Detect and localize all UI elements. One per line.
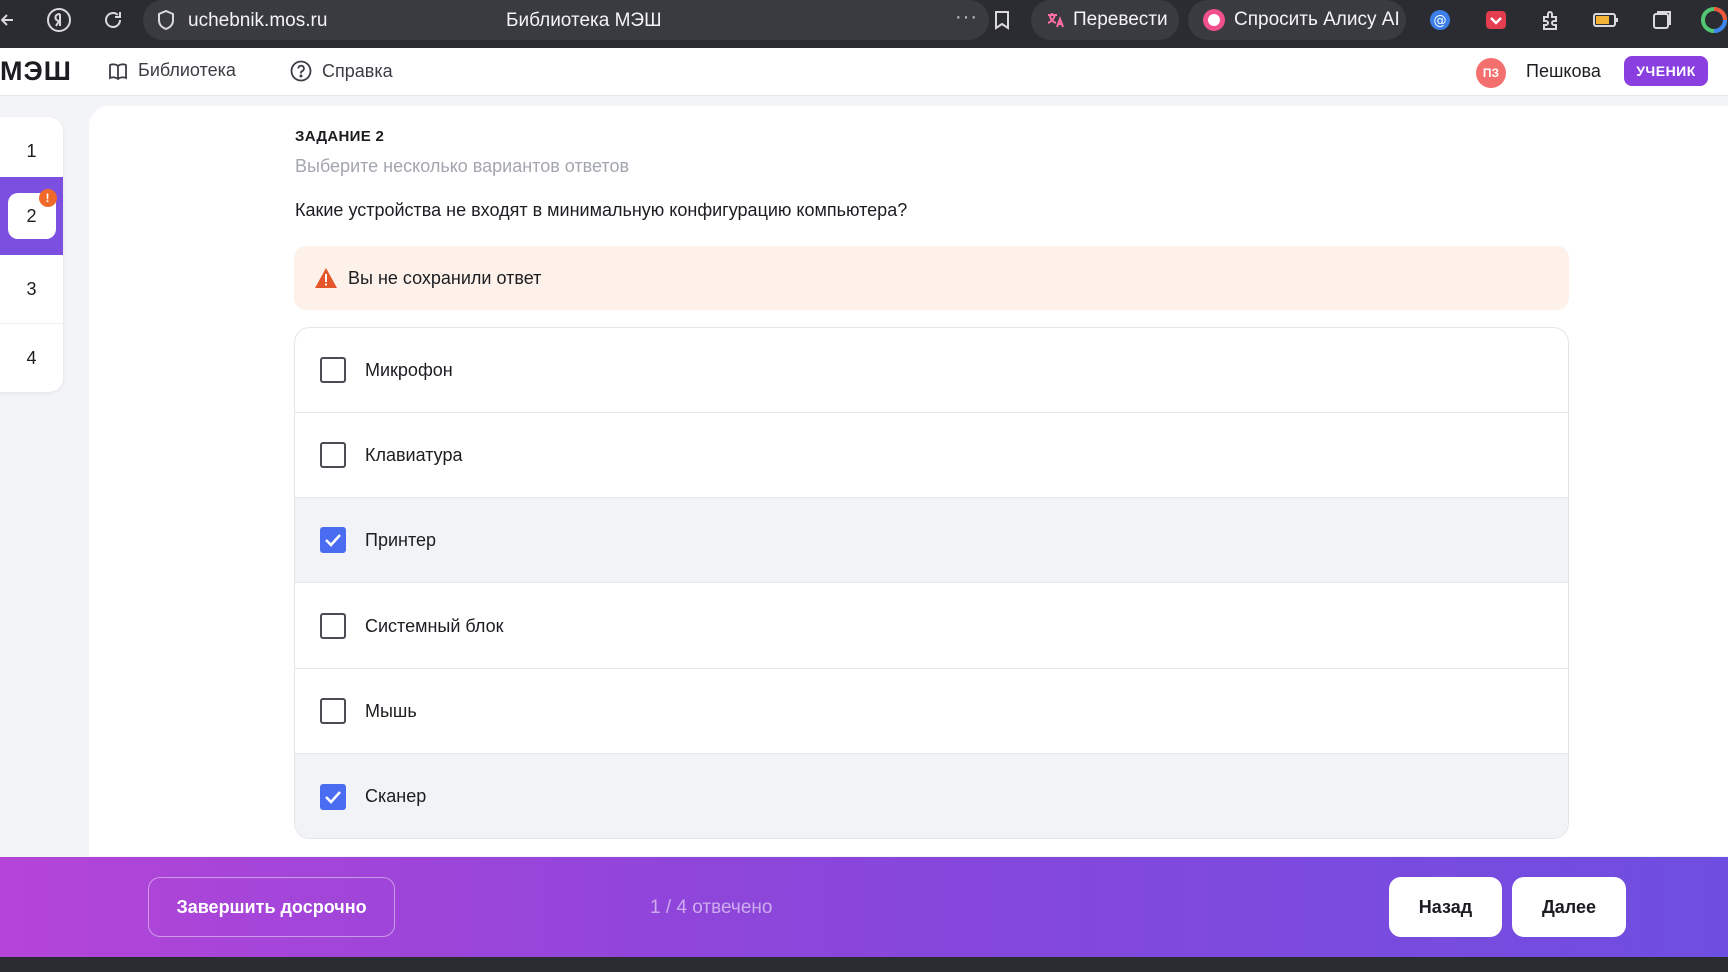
tabs-icon[interactable]: [1648, 0, 1676, 40]
profile-color-icon[interactable]: [1700, 0, 1728, 40]
question-navigator: 1 2 ! 3 4: [0, 117, 63, 392]
question-number: 3: [26, 278, 37, 299]
answer-label: Сканер: [365, 786, 427, 806]
question-number: 2: [26, 205, 37, 226]
finish-early-button[interactable]: Завершить досрочно: [148, 877, 395, 937]
pocket-extension-icon[interactable]: [1483, 0, 1509, 40]
checkbox-checked[interactable]: [320, 783, 346, 810]
reload-icon[interactable]: [98, 0, 128, 40]
answer-option[interactable]: Мышь: [295, 669, 1568, 754]
address-bar[interactable]: uchebnik.mos.ru Библиотека МЭШ ···: [143, 0, 1009, 40]
svg-text:@: @: [1434, 14, 1447, 29]
mesh-logo[interactable]: МЭШ: [0, 56, 72, 87]
task-question: Какие устройства не входят в минимальную…: [295, 200, 908, 220]
bottom-action-bar: Завершить досрочно 1 / 4 отвечено Назад …: [0, 857, 1728, 957]
answer-label: Клавиатура: [365, 444, 463, 465]
answer-list: Микрофон Клавиатура Принтер Системный бл…: [294, 327, 1569, 839]
unsaved-warning: Вы не сохранили ответ: [294, 246, 1569, 310]
next-button[interactable]: Далее: [1512, 877, 1626, 937]
checkbox[interactable]: [320, 613, 346, 639]
app-header: МЭШ Библиотека Справка ПЗ Пешкова УЧЕНИК: [0, 48, 1728, 96]
help-icon: [290, 60, 312, 82]
nav-help-label: Справка: [322, 60, 393, 81]
battery-icon[interactable]: [1592, 0, 1620, 40]
alice-icon: [1202, 8, 1226, 32]
answer-label: Системный блок: [365, 615, 504, 636]
translate-label: Перевести: [1073, 9, 1168, 30]
checkbox[interactable]: [320, 357, 346, 383]
answer-label: Мышь: [365, 700, 417, 721]
checkmark-icon: [325, 534, 341, 547]
progress-text: 1 / 4 отвечено: [650, 897, 773, 918]
nav-help-link[interactable]: Справка: [290, 60, 393, 82]
bookmark-icon[interactable]: [994, 10, 1010, 35]
warning-icon: [314, 267, 338, 289]
answer-option[interactable]: Системный блок: [295, 584, 1568, 669]
question-number: 1: [26, 140, 37, 161]
translate-icon: [1045, 10, 1065, 30]
question-nav-item-4[interactable]: 4: [0, 324, 63, 392]
url-text[interactable]: uchebnik.mos.ru: [188, 10, 327, 32]
question-nav-item-3[interactable]: 3: [0, 255, 63, 324]
avatar[interactable]: ПЗ: [1476, 58, 1506, 88]
taskbar-strip: [0, 957, 1728, 972]
mail-extension-icon[interactable]: @: [1427, 0, 1453, 40]
answer-label: Микрофон: [365, 359, 453, 380]
nav-library-link[interactable]: Библиотека: [108, 60, 236, 81]
checkmark-icon: [325, 790, 341, 804]
yandex-icon[interactable]: [42, 0, 76, 40]
checkbox[interactable]: [320, 442, 346, 468]
warning-text: Вы не сохранили ответ: [348, 267, 542, 288]
question-number: 4: [26, 348, 37, 368]
ask-alice-label: Спросить Алису AI: [1234, 9, 1400, 30]
task-card: ЗАДАНИЕ 2 Выберите несколько вариантов о…: [89, 106, 1728, 856]
ask-alice-button[interactable]: Спросить Алису AI: [1188, 0, 1406, 40]
username[interactable]: Пешкова: [1526, 61, 1601, 82]
checkbox[interactable]: [320, 698, 346, 724]
translate-button[interactable]: Перевести: [1031, 0, 1179, 40]
nav-library-label: Библиотека: [138, 60, 236, 80]
answer-option[interactable]: Сканер: [295, 754, 1568, 838]
checkbox-checked[interactable]: [320, 527, 346, 553]
answer-option[interactable]: Клавиатура: [295, 413, 1568, 498]
task-hint: Выберите несколько вариантов ответов: [295, 156, 630, 176]
role-badge: УЧЕНИК: [1624, 56, 1708, 86]
more-icon[interactable]: ···: [955, 6, 978, 29]
back-button[interactable]: Назад: [1389, 877, 1502, 937]
shield-icon: [157, 9, 175, 36]
warning-badge: !: [38, 189, 57, 207]
browser-toolbar: uchebnik.mos.ru Библиотека МЭШ ··· Перев…: [0, 0, 1728, 48]
task-label: ЗАДАНИЕ 2: [295, 128, 385, 145]
answer-label: Принтер: [365, 529, 437, 550]
book-icon: [109, 62, 127, 80]
question-nav-item-1[interactable]: 1: [0, 117, 63, 186]
question-nav-item-2[interactable]: 2 !: [0, 177, 63, 255]
answer-option[interactable]: Микрофон: [295, 328, 1568, 413]
page-title-text: Библиотека МЭШ: [506, 10, 662, 31]
back-icon[interactable]: [0, 0, 16, 40]
answer-option[interactable]: Принтер: [295, 498, 1568, 583]
extensions-icon[interactable]: [1537, 0, 1565, 40]
